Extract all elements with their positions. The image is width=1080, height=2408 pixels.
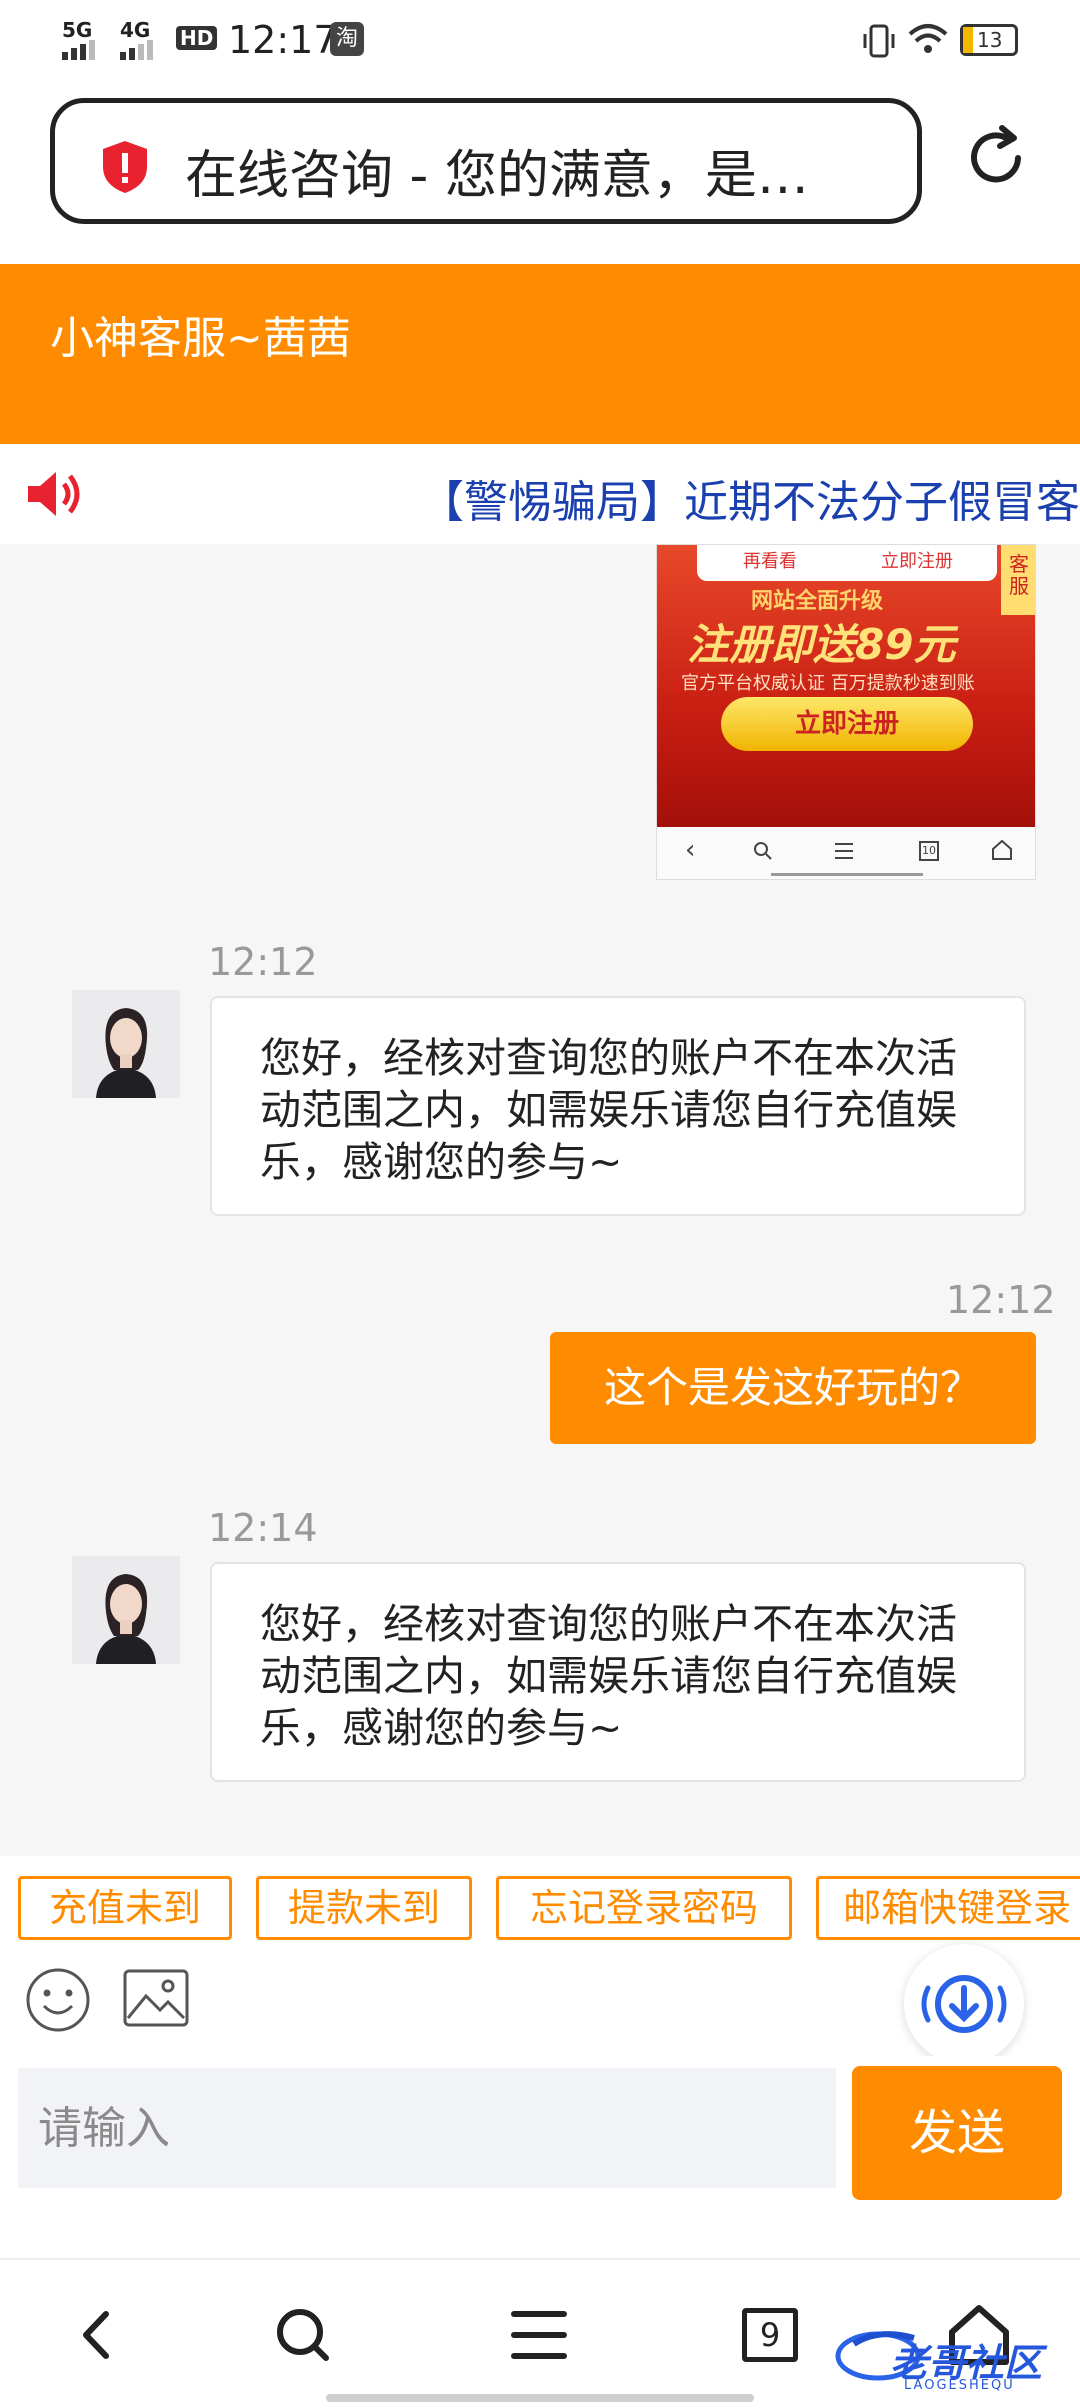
- message-input[interactable]: [18, 2068, 836, 2188]
- screenshot-back-icon: ‹: [685, 835, 696, 865]
- browser-bottom-nav: 9 老哥社区 LAOGESHEQU: [0, 2258, 1080, 2408]
- dialog-left-button: 再看看: [743, 551, 797, 572]
- quick-reply-forgot-password[interactable]: 忘记登录密码: [496, 1876, 792, 1940]
- status-bar: 5G 4G HD 12:17 淘 13: [0, 0, 1080, 80]
- page-title: 在线咨询 - 您的满意，是…: [185, 146, 809, 206]
- vibrate-icon: [863, 24, 895, 58]
- battery-level: 13: [977, 28, 1003, 52]
- send-button[interactable]: 发送: [852, 2066, 1062, 2200]
- dialog-buttons: 再看看 立即注册: [697, 545, 997, 581]
- shared-screenshot-image[interactable]: 再看看 立即注册 网站全面升级 注册即送89元 官方平台权威认证 百万提款秒速到…: [656, 544, 1036, 880]
- screenshot-tabs-icon: 10: [919, 841, 939, 861]
- speaker-icon: [28, 472, 80, 516]
- status-time: 12:17: [228, 18, 338, 62]
- message-time: 12:12: [208, 940, 318, 984]
- watermark-subtext: LAOGESHEQU: [904, 2378, 1015, 2393]
- dialog-right-button: 立即注册: [881, 551, 953, 572]
- quick-reply-withdraw[interactable]: 提款未到: [256, 1876, 472, 1940]
- promo-headline: 注册即送89元: [687, 620, 956, 669]
- screenshot-search-icon: [754, 842, 772, 860]
- quick-reply-email-login[interactable]: 邮箱快键登录: [816, 1876, 1080, 1940]
- hd-badge: HD: [176, 26, 218, 50]
- search-icon[interactable]: [268, 2300, 338, 2370]
- agent-name: 小神客服~茜茜: [50, 313, 351, 364]
- shield-icon: [103, 141, 147, 193]
- input-row: 发送: [0, 2056, 1080, 2256]
- signal-icon-2: [120, 40, 153, 60]
- message-bubble-incoming: 您好，经核对查询您的账户不在本次活动范围之内，如需娱乐请您自行充值娱乐，感谢您的…: [210, 1562, 1026, 1782]
- tabs-icon[interactable]: 9: [742, 2308, 798, 2362]
- reload-icon[interactable]: [962, 124, 1030, 192]
- screenshot-navbar: ‹ 10: [657, 827, 1035, 879]
- home-indicator: [326, 2394, 754, 2402]
- promo-sub: 官方平台权威认证 百万提款秒速到账: [681, 673, 975, 694]
- image-icon[interactable]: [122, 1968, 190, 2030]
- message-time: 12:14: [208, 1506, 318, 1550]
- screenshot-menu-icon: [835, 843, 853, 859]
- quick-replies: 充值未到 提款未到 忘记登录密码 邮箱快键登录: [0, 1856, 1080, 1946]
- promo-side-tag: 客服: [1001, 545, 1035, 615]
- screenshot-home-icon: [992, 839, 1012, 860]
- back-icon[interactable]: [64, 2300, 134, 2370]
- message-time: 12:12: [946, 1278, 1056, 1322]
- promo-banner: 再看看 立即注册 网站全面升级 注册即送89元 官方平台权威认证 百万提款秒速到…: [657, 545, 1035, 827]
- download-button[interactable]: [904, 1944, 1024, 2064]
- screenshot-home-indicator: [771, 873, 923, 876]
- quick-reply-recharge[interactable]: 充值未到: [18, 1876, 232, 1940]
- chat-header: 小神客服~茜茜: [0, 264, 1080, 444]
- agent-avatar: [72, 1556, 180, 1664]
- menu-icon[interactable]: [504, 2300, 574, 2370]
- chat-area[interactable]: 再看看 立即注册 网站全面升级 注册即送89元 官方平台权威认证 百万提款秒速到…: [0, 544, 1080, 1856]
- message-bubble-incoming: 您好，经核对查询您的账户不在本次活动范围之内，如需娱乐请您自行充值娱乐，感谢您的…: [210, 996, 1026, 1216]
- notice-text: 【警惕骗局】近期不法分子假冒客: [420, 477, 1080, 528]
- emoji-icon[interactable]: [24, 1966, 92, 2034]
- taobao-app-badge: 淘: [330, 22, 364, 56]
- download-icon: [921, 1975, 1007, 2033]
- message-bubble-outgoing: 这个是发这好玩的？: [550, 1332, 1036, 1444]
- wifi-icon: [908, 24, 948, 53]
- battery-icon: 13: [960, 24, 1018, 56]
- notice-bar: 【警惕骗局】近期不法分子假冒客: [0, 444, 1080, 544]
- signal-icon: [62, 40, 95, 60]
- promo-register-button: 立即注册: [721, 697, 973, 751]
- agent-avatar: [72, 990, 180, 1098]
- address-bar[interactable]: 在线咨询 - 您的满意，是…: [50, 98, 922, 224]
